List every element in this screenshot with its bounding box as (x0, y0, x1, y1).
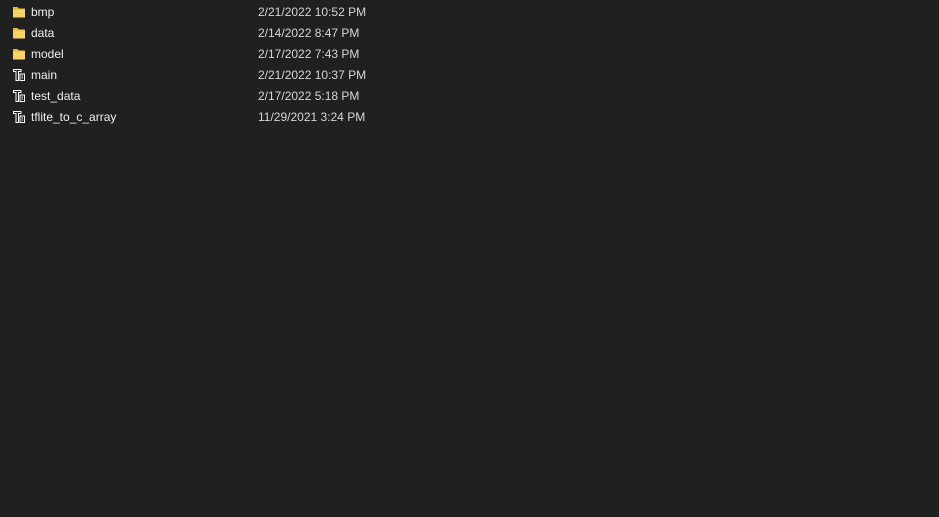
file-row-data[interactable]: data 2/14/2022 8:47 PM (0, 23, 939, 44)
file-row-bmp[interactable]: bmp 2/21/2022 10:52 PM (0, 2, 939, 23)
folder-icon (13, 28, 25, 39)
file-modified-date: 11/29/2021 3:24 PM (258, 110, 366, 124)
file-name: model (31, 47, 64, 61)
file-modified-date: 2/21/2022 10:52 PM (258, 5, 367, 19)
file-name: main (31, 68, 58, 82)
file-modified-date: 2/17/2022 7:43 PM (258, 47, 360, 61)
file-row-main[interactable]: main 2/21/2022 10:37 PM (0, 65, 939, 86)
file-row-model[interactable]: model 2/17/2022 7:43 PM (0, 44, 939, 65)
source-file-icon (13, 111, 25, 123)
file-row-tflite-to-c-array[interactable]: tflite_to_c_array 11/29/2021 3:24 PM (0, 107, 939, 128)
folder-icon (13, 7, 25, 18)
file-name: test_data (31, 89, 81, 103)
file-modified-date: 2/21/2022 10:37 PM (258, 68, 367, 82)
file-row-test-data[interactable]: test_data 2/17/2022 5:18 PM (0, 86, 939, 107)
source-file-icon (13, 69, 25, 81)
file-name: tflite_to_c_array (31, 110, 117, 124)
file-name: bmp (31, 5, 55, 19)
folder-icon (13, 49, 25, 60)
file-list: bmp 2/21/2022 10:52 PM data 2/14/2022 8:… (0, 2, 939, 128)
file-name: data (31, 26, 55, 40)
source-file-icon (13, 90, 25, 102)
file-modified-date: 2/14/2022 8:47 PM (258, 26, 360, 40)
file-modified-date: 2/17/2022 5:18 PM (258, 89, 360, 103)
